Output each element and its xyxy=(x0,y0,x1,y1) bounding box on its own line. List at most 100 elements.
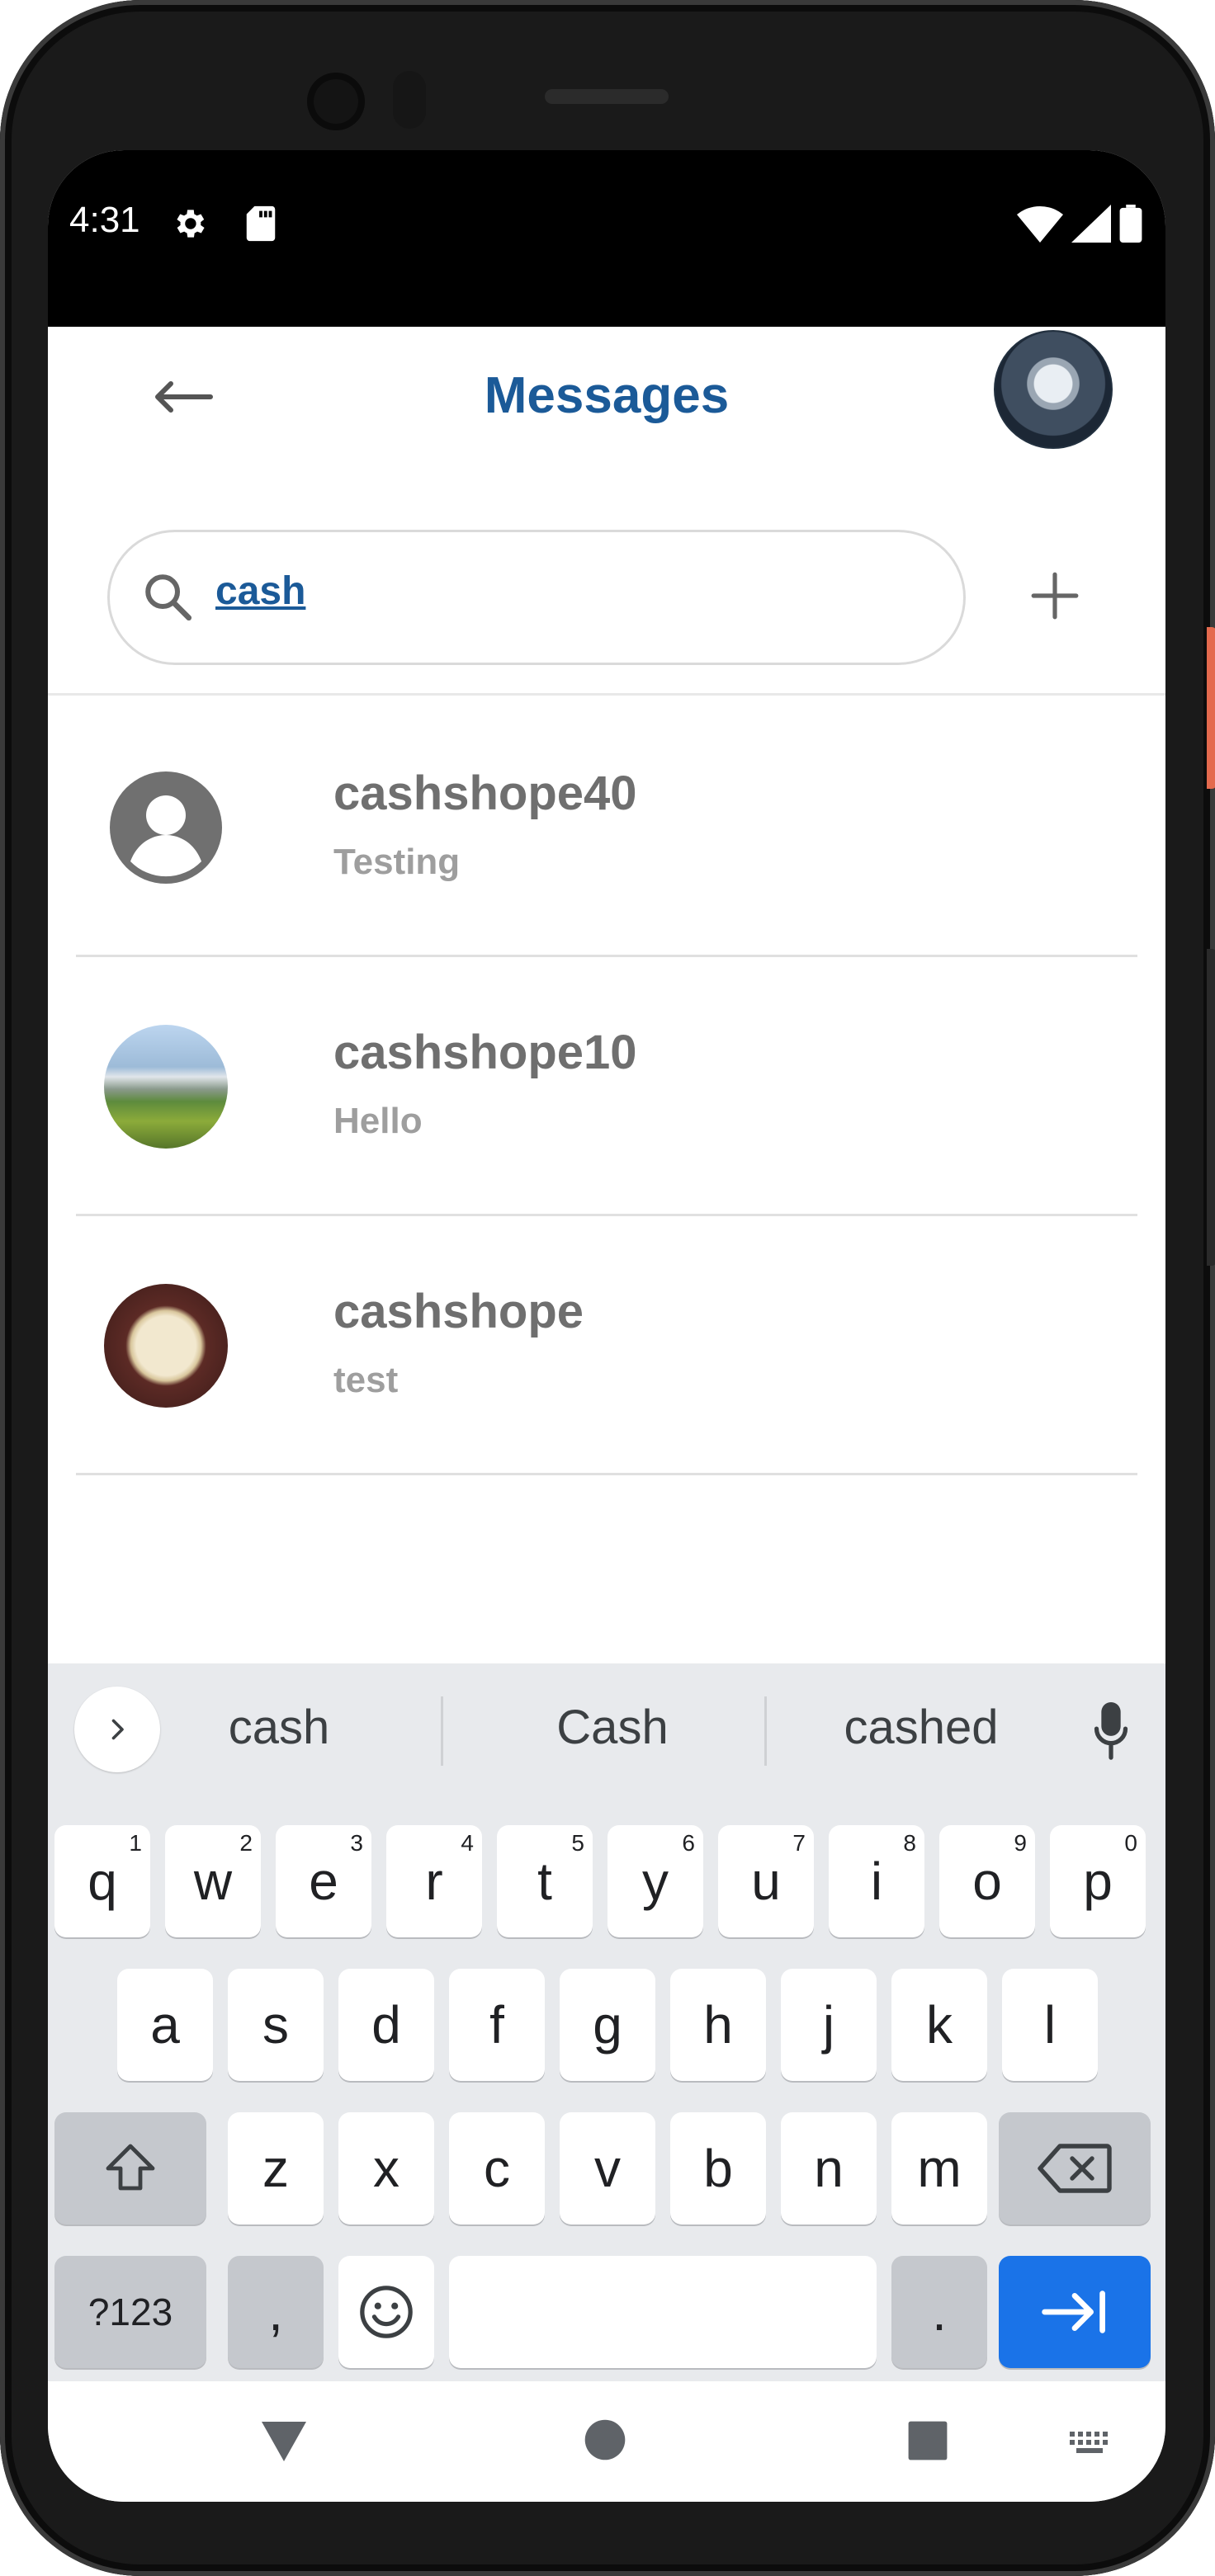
search-icon xyxy=(145,574,192,621)
key-e[interactable]: e3 xyxy=(276,1825,371,1937)
profile-avatar[interactable] xyxy=(994,330,1113,449)
key-hint: 4 xyxy=(461,1830,474,1856)
emoji-smiley-icon xyxy=(360,2286,413,2338)
conversation-item[interactable]: cashshope10 Hello xyxy=(76,957,1137,1216)
chevron-right-icon xyxy=(111,1719,124,1740)
key-m[interactable]: m xyxy=(891,2112,987,2225)
key-a[interactable]: a xyxy=(117,1969,213,2081)
key-hint: 5 xyxy=(571,1830,584,1856)
key-hint: 9 xyxy=(1014,1830,1027,1856)
key-label: w xyxy=(193,1852,233,1911)
add-conversation-button[interactable] xyxy=(1005,546,1104,645)
conversation-divider xyxy=(76,1473,1137,1475)
shift-key[interactable] xyxy=(54,2112,206,2225)
key-p[interactable]: p0 xyxy=(1050,1825,1146,1937)
key-l[interactable]: l xyxy=(1002,1969,1098,2081)
period-key[interactable]: . xyxy=(891,2256,987,2368)
key-r[interactable]: r4 xyxy=(386,1825,482,1937)
suggestion-2[interactable]: Cash xyxy=(497,1700,728,1755)
key-h[interactable]: h xyxy=(670,1969,766,2081)
conversation-preview: Testing xyxy=(333,842,461,882)
backspace-key[interactable] xyxy=(999,2112,1151,2225)
suggestion-3[interactable]: cashed xyxy=(797,1700,1045,1755)
key-o[interactable]: o9 xyxy=(939,1825,1035,1937)
key-k[interactable]: k xyxy=(891,1969,987,2081)
key-label: o xyxy=(972,1852,1002,1911)
key-q[interactable]: q1 xyxy=(54,1825,150,1937)
key-d[interactable]: d xyxy=(338,1969,434,2081)
soft-keyboard: cash Cash cashed q1 w2 e3 r4 t5 y6 u7 i8… xyxy=(48,1663,1165,2381)
emoji-key[interactable] xyxy=(338,2256,434,2368)
nav-recents-icon[interactable] xyxy=(906,2419,949,2462)
conversation-name: cashshope10 xyxy=(333,1026,637,1079)
keyboard-switch-icon[interactable] xyxy=(1068,2429,1114,2457)
tab-arrow-icon xyxy=(1042,2291,1105,2333)
nav-home-icon[interactable] xyxy=(583,2418,627,2462)
campus-photo xyxy=(104,1025,228,1149)
symbols-key[interactable]: ?123 xyxy=(54,2256,206,2368)
key-c[interactable]: c xyxy=(449,2112,545,2225)
app-header: Messages xyxy=(48,327,1165,517)
conversation-item[interactable]: cashshope40 Testing xyxy=(76,698,1137,957)
shift-arrow-icon xyxy=(106,2144,155,2191)
key-label: q xyxy=(87,1852,117,1911)
default-person-icon xyxy=(104,766,228,889)
key-hint: 1 xyxy=(129,1830,142,1856)
power-button xyxy=(1207,627,1215,789)
search-box[interactable]: cash xyxy=(107,530,966,665)
volume-button xyxy=(1207,949,1215,1266)
sd-card-icon xyxy=(246,205,276,242)
suggestion-bar: cash Cash cashed xyxy=(48,1663,1165,1795)
key-w[interactable]: w2 xyxy=(165,1825,261,1937)
key-z[interactable]: z xyxy=(228,2112,324,2225)
key-x[interactable]: x xyxy=(338,2112,434,2225)
front-camera xyxy=(307,73,365,130)
key-b[interactable]: b xyxy=(670,2112,766,2225)
toolbar-expand-button[interactable] xyxy=(74,1687,160,1772)
key-label: u xyxy=(751,1852,781,1911)
key-i[interactable]: i8 xyxy=(829,1825,924,1937)
key-v[interactable]: v xyxy=(560,2112,655,2225)
key-label: p xyxy=(1083,1852,1113,1911)
space-key[interactable] xyxy=(449,2256,877,2368)
key-y[interactable]: y6 xyxy=(608,1825,703,1937)
conversation-name: cashshope xyxy=(333,1285,584,1338)
key-g[interactable]: g xyxy=(560,1969,655,2081)
conversation-item[interactable]: cashshope test xyxy=(76,1216,1137,1475)
system-navigation-bar xyxy=(48,2381,1165,2502)
key-label: r xyxy=(425,1852,443,1911)
conversation-preview: test xyxy=(333,1360,399,1400)
key-t[interactable]: t5 xyxy=(497,1825,593,1937)
conversation-preview: Hello xyxy=(333,1101,423,1141)
nav-back-icon[interactable] xyxy=(259,2419,309,2464)
battery-icon xyxy=(1119,205,1142,243)
earpiece-speaker xyxy=(545,89,669,104)
key-hint: 6 xyxy=(682,1830,695,1856)
key-hint: 2 xyxy=(239,1830,253,1856)
settings-gear-icon xyxy=(177,210,205,238)
comma-key[interactable]: , xyxy=(228,2256,324,2368)
key-label: y xyxy=(642,1852,669,1911)
key-f[interactable]: f xyxy=(449,1969,545,2081)
conversation-name: cashshope40 xyxy=(333,767,637,820)
key-u[interactable]: u7 xyxy=(718,1825,814,1937)
proximity-sensor xyxy=(393,71,426,129)
suggestion-1[interactable]: cash xyxy=(180,1700,378,1755)
status-bar: 4:31 xyxy=(48,150,1165,327)
next-key[interactable] xyxy=(999,2256,1151,2368)
plus-icon xyxy=(1031,572,1079,620)
key-j[interactable]: j xyxy=(781,1969,877,2081)
backspace-icon xyxy=(1038,2144,1112,2193)
key-n[interactable]: n xyxy=(781,2112,877,2225)
key-s[interactable]: s xyxy=(228,1969,324,2081)
key-hint: 0 xyxy=(1124,1830,1137,1856)
screen: 4:31 Messages cash cashshope40 Testing c… xyxy=(48,150,1165,2502)
suggestion-separator xyxy=(764,1696,767,1766)
key-label: i xyxy=(870,1852,883,1911)
header-divider xyxy=(48,693,1165,696)
key-label: t xyxy=(537,1852,552,1911)
cellular-signal-icon xyxy=(1071,205,1111,243)
suggestion-separator xyxy=(441,1696,443,1766)
voice-input-button[interactable] xyxy=(1078,1696,1144,1766)
search-input[interactable]: cash xyxy=(215,569,305,614)
